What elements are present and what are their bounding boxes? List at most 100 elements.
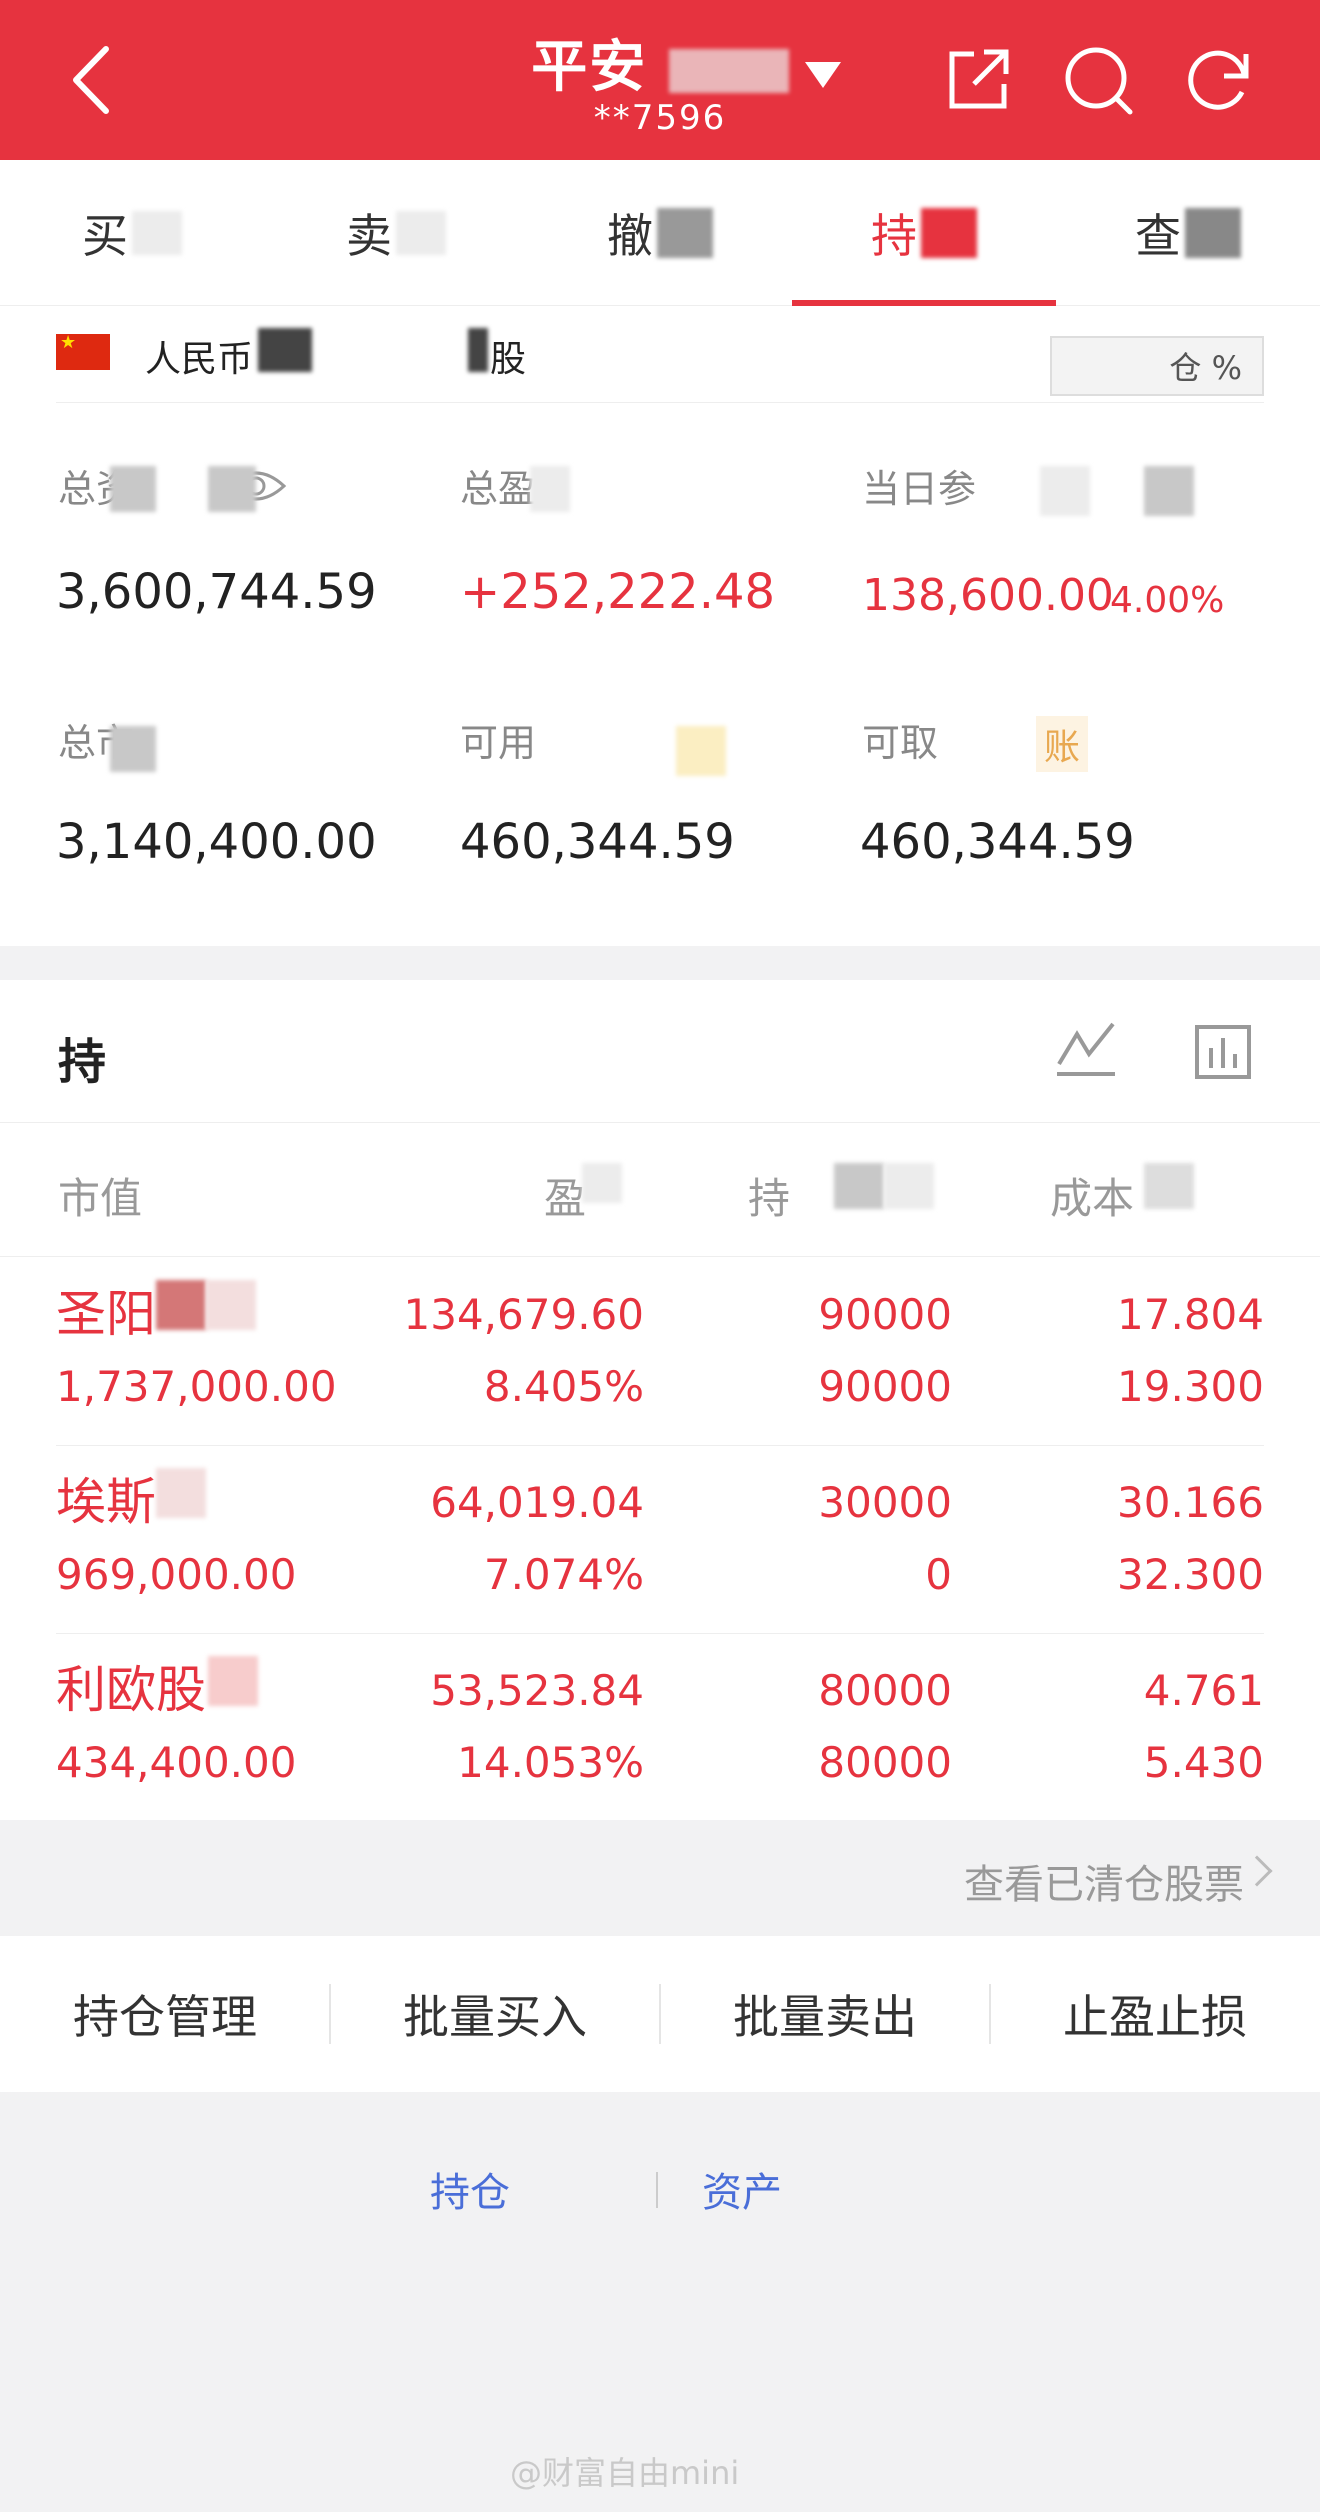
redacted-block — [110, 726, 156, 772]
holdings-table-header: 市值 盈 持 成本 — [0, 1122, 1320, 1257]
col-qty[interactable]: 持 — [748, 1165, 790, 1226]
batch-sell-button[interactable]: 批量卖出 — [660, 1936, 990, 2092]
account-summary: 人民币 股 仓 % 总资 3,600,744.59 总盈 +252,222.48… — [0, 306, 1320, 946]
pnl-amount: 134,679.60 — [403, 1290, 644, 1339]
holding-row[interactable]: 圣阳 1,737,000.00 134,679.60 8.405% 90000 … — [0, 1258, 1320, 1446]
cleared-stocks-link[interactable]: 查看已清仓股票 — [964, 1852, 1244, 1910]
search-button[interactable] — [1054, 36, 1142, 124]
tab-label: 撤 — [607, 209, 653, 263]
redacted-block — [657, 208, 713, 258]
pnl-amount: 53,523.84 — [430, 1666, 644, 1715]
available-value: 460,344.59 — [460, 814, 735, 870]
app-header: 平安 **7596 — [0, 0, 1320, 160]
available-qty: 0 — [925, 1550, 952, 1599]
market-value: 434,400.00 — [56, 1738, 297, 1787]
share-icon — [949, 49, 1009, 109]
redacted-block — [156, 1468, 206, 1518]
redacted-block — [206, 1280, 256, 1330]
daily-pnl-percent: 4.00% — [1110, 580, 1225, 621]
current-price: 5.430 — [1143, 1738, 1264, 1787]
redacted-block — [208, 1656, 258, 1706]
stock-name: 利欧股 — [56, 1661, 206, 1719]
market-value: 1,737,000.00 — [56, 1362, 337, 1411]
pnl-percent: 8.405% — [483, 1362, 644, 1411]
tab-holdings[interactable]: 持 — [792, 160, 1056, 306]
transfer-badge[interactable]: 账 — [1036, 716, 1089, 772]
redacted-block — [884, 1163, 934, 1209]
cost-price: 17.804 — [1117, 1290, 1264, 1339]
tab-sell[interactable]: 卖 — [264, 160, 528, 306]
search-icon — [1065, 47, 1133, 115]
redacted-block — [1144, 1163, 1194, 1209]
withdrawable-label: 可取 — [862, 721, 939, 765]
daily-pnl-label: 当日参 — [862, 467, 977, 511]
redacted-block — [468, 328, 488, 372]
divider — [656, 2172, 658, 2208]
position-qty: 30000 — [818, 1478, 952, 1527]
current-price: 32.300 — [1117, 1550, 1264, 1599]
cost-price: 4.761 — [1143, 1666, 1264, 1715]
redacted-block — [132, 211, 182, 255]
tab-cancel[interactable]: 撤 — [528, 160, 792, 306]
tab-buy[interactable]: 买 — [0, 160, 264, 306]
redacted-block — [208, 466, 256, 512]
currency-label: 人民币 — [145, 339, 254, 380]
col-pnl[interactable]: 盈 — [544, 1165, 586, 1226]
col-market-value[interactable]: 市值 — [58, 1165, 142, 1226]
total-pnl-label: 总盈 — [460, 467, 537, 511]
redacted-block — [110, 466, 156, 512]
redacted-block — [834, 1163, 884, 1209]
pnl-percent: 14.053% — [457, 1738, 644, 1787]
tab-label: 买 — [82, 209, 128, 263]
batch-buy-button[interactable]: 批量买入 — [330, 1936, 660, 2092]
stock-name: 圣阳 — [56, 1285, 156, 1343]
tab-query[interactable]: 查 — [1056, 160, 1320, 306]
pnl-percent: 7.074% — [483, 1550, 644, 1599]
holdings-title: 持 — [58, 1034, 107, 1090]
position-qty: 90000 — [818, 1290, 952, 1339]
position-qty: 80000 — [818, 1666, 952, 1715]
take-profit-stop-loss-button[interactable]: 止盈止损 — [990, 1936, 1320, 2092]
holding-actions: 持仓管理 批量买入 批量卖出 止盈止损 — [0, 1936, 1320, 2092]
tab-label: 持 — [871, 209, 917, 263]
share-button[interactable] — [934, 36, 1022, 124]
redacted-block — [530, 466, 570, 512]
total-market-value: 3,140,400.00 — [56, 814, 377, 870]
position-ratio-pill[interactable]: 仓 % — [1050, 336, 1264, 396]
position-manage-button[interactable]: 持仓管理 — [0, 1936, 330, 2092]
redacted-block — [258, 328, 312, 372]
line-chart-icon[interactable] — [1055, 1020, 1117, 1078]
redacted-block — [921, 208, 977, 258]
refresh-button[interactable] — [1174, 36, 1262, 124]
available-label: 可用 — [460, 721, 537, 765]
withdrawable-value: 460,344.59 — [860, 814, 1135, 870]
cleared-stocks-bar: 查看已清仓股票 — [0, 1820, 1320, 1936]
tab-label: 查 — [1135, 209, 1181, 263]
total-assets-value: 3,600,744.59 — [56, 564, 377, 620]
divider — [56, 402, 1264, 403]
footer-link-holdings[interactable]: 持仓 — [430, 2160, 510, 2218]
tab-label: 卖 — [346, 209, 392, 263]
cost-price: 30.166 — [1117, 1478, 1264, 1527]
refresh-icon — [1188, 50, 1249, 110]
holding-row[interactable]: 利欧股 434,400.00 53,523.84 14.053% 80000 8… — [0, 1634, 1320, 1822]
redacted-block — [156, 1280, 206, 1330]
bar-chart-icon[interactable] — [1194, 1024, 1252, 1080]
holdings-panel: 持 市值 盈 持 成本 圣阳 1,737,000.00 134,679.60 8… — [0, 980, 1320, 1820]
available-qty: 80000 — [818, 1738, 952, 1787]
market-value: 969,000.00 — [56, 1550, 297, 1599]
redacted-block — [1185, 208, 1241, 258]
footer-link-assets[interactable]: 资产 — [702, 2160, 782, 2218]
watermark: @财富自由mini — [510, 2454, 740, 2492]
col-cost[interactable]: 成本 — [1050, 1165, 1134, 1226]
total-pnl-value: +252,222.48 — [460, 564, 776, 620]
holding-row[interactable]: 埃斯 969,000.00 64,019.04 7.074% 30000 0 3… — [0, 1446, 1320, 1634]
pnl-amount: 64,019.04 — [430, 1478, 644, 1527]
broker-name: 平安 — [531, 35, 648, 100]
caret-down-icon[interactable] — [805, 62, 841, 88]
daily-pnl-value: 138,600.00 — [862, 570, 1114, 621]
current-price: 19.300 — [1117, 1362, 1264, 1411]
redacted-block — [676, 726, 726, 776]
redacted-block — [396, 211, 446, 255]
redacted-block — [668, 48, 789, 93]
